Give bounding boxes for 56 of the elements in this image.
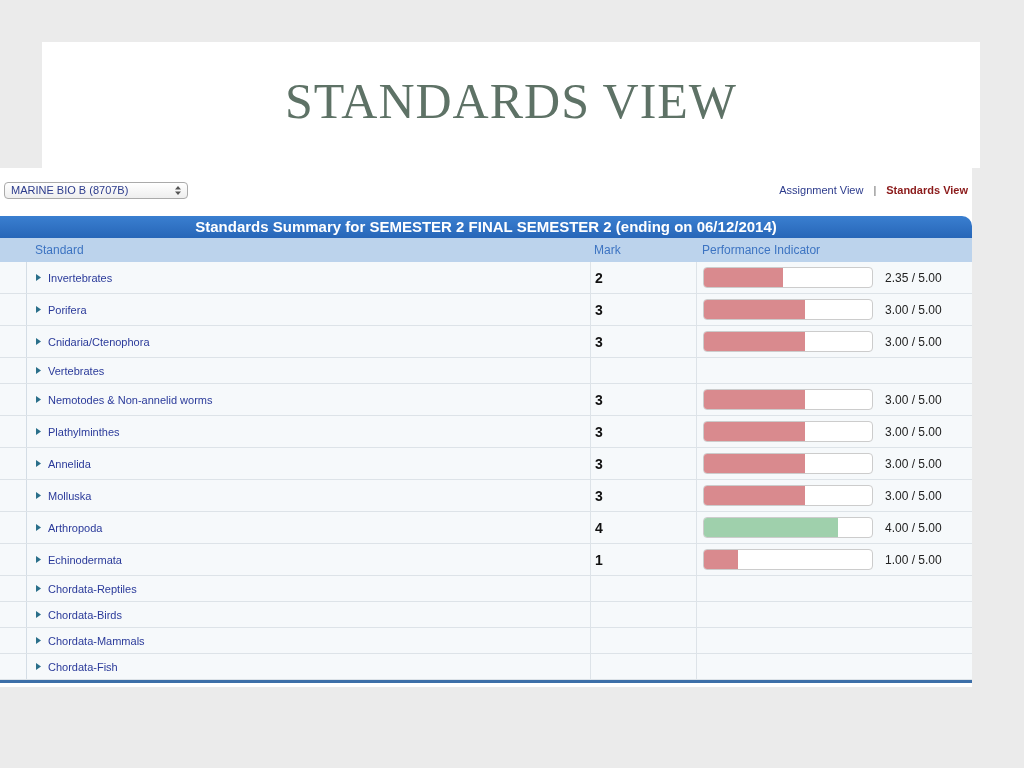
standard-link[interactable]: Molluska	[36, 489, 92, 502]
standard-link[interactable]: Arthropoda	[36, 521, 103, 534]
standard-link[interactable]: Chordata-Fish	[36, 660, 118, 673]
column-header: Standard	[34, 242, 85, 259]
expand-triangle-icon	[36, 556, 41, 563]
column-header: Mark	[593, 242, 622, 259]
mark-value: 3	[595, 423, 603, 440]
expand-triangle-icon	[36, 492, 41, 499]
score-reading: 3.00 / 5.00	[885, 392, 942, 407]
expand-triangle-icon	[36, 338, 41, 345]
mark-value: 3	[595, 487, 603, 504]
expand-triangle-icon	[36, 637, 41, 644]
course-select[interactable]: MARINE BIO B (8707B)	[4, 181, 188, 199]
standard-link[interactable]: Nemotodes & Non-annelid worms	[36, 393, 213, 406]
expand-triangle-icon	[36, 663, 41, 670]
expand-triangle-icon	[36, 611, 41, 618]
expand-triangle-icon	[36, 396, 41, 403]
slide-title: STANDARDS VIEW	[284, 76, 738, 126]
column-header: Performance Indicator	[701, 242, 822, 259]
standard-link[interactable]: Annelida	[36, 457, 91, 470]
standard-link[interactable]: Cnidaria/Ctenophora	[36, 335, 150, 348]
score-reading: 4.00 / 5.00	[885, 520, 942, 535]
score-reading: 3.00 / 5.00	[885, 488, 942, 503]
expand-triangle-icon	[36, 428, 41, 435]
mark-value: 3	[595, 391, 603, 408]
expand-triangle-icon	[36, 460, 41, 467]
expand-triangle-icon	[36, 585, 41, 592]
updown-arrows-icon	[175, 185, 181, 195]
score-reading: 1.00 / 5.00	[885, 552, 942, 567]
mark-value: 4	[595, 519, 603, 536]
view-link[interactable]: Assignment View	[779, 184, 864, 196]
standard-link[interactable]: Echinodermata	[36, 553, 122, 566]
expand-triangle-icon	[36, 524, 41, 531]
expand-triangle-icon	[36, 274, 41, 281]
standard-link[interactable]: Invertebrates	[36, 271, 113, 284]
score-reading: 2.35 / 5.00	[885, 270, 942, 285]
standard-link[interactable]: Plathylminthes	[36, 425, 120, 438]
score-reading: 3.00 / 5.00	[885, 334, 942, 349]
standard-link[interactable]: Chordata-Birds	[36, 608, 122, 621]
summary-banner: Standards Summary for SEMESTER 2 FINAL SEMESTER 2 (ending on 06/12/2014)	[0, 216, 972, 238]
score-reading: 3.00 / 5.00	[885, 424, 942, 439]
mark-value: 3	[595, 333, 603, 350]
standard-link[interactable]: Vertebrates	[36, 364, 105, 377]
standard-link[interactable]: Chordata-Mammals	[36, 634, 145, 647]
mark-value: 3	[595, 301, 603, 318]
mark-value: 1	[595, 551, 603, 568]
link-separator: |	[873, 184, 877, 196]
standard-link[interactable]: Chordata-Reptiles	[36, 582, 137, 595]
mark-value: 3	[595, 455, 603, 472]
view-link[interactable]: Standards View	[886, 184, 968, 196]
standard-link[interactable]: Porifera	[36, 303, 87, 316]
score-reading: 3.00 / 5.00	[885, 456, 942, 471]
expand-triangle-icon	[36, 306, 41, 313]
mark-value: 2	[595, 269, 603, 286]
expand-triangle-icon	[36, 367, 41, 374]
score-reading: 3.00 / 5.00	[885, 302, 942, 317]
